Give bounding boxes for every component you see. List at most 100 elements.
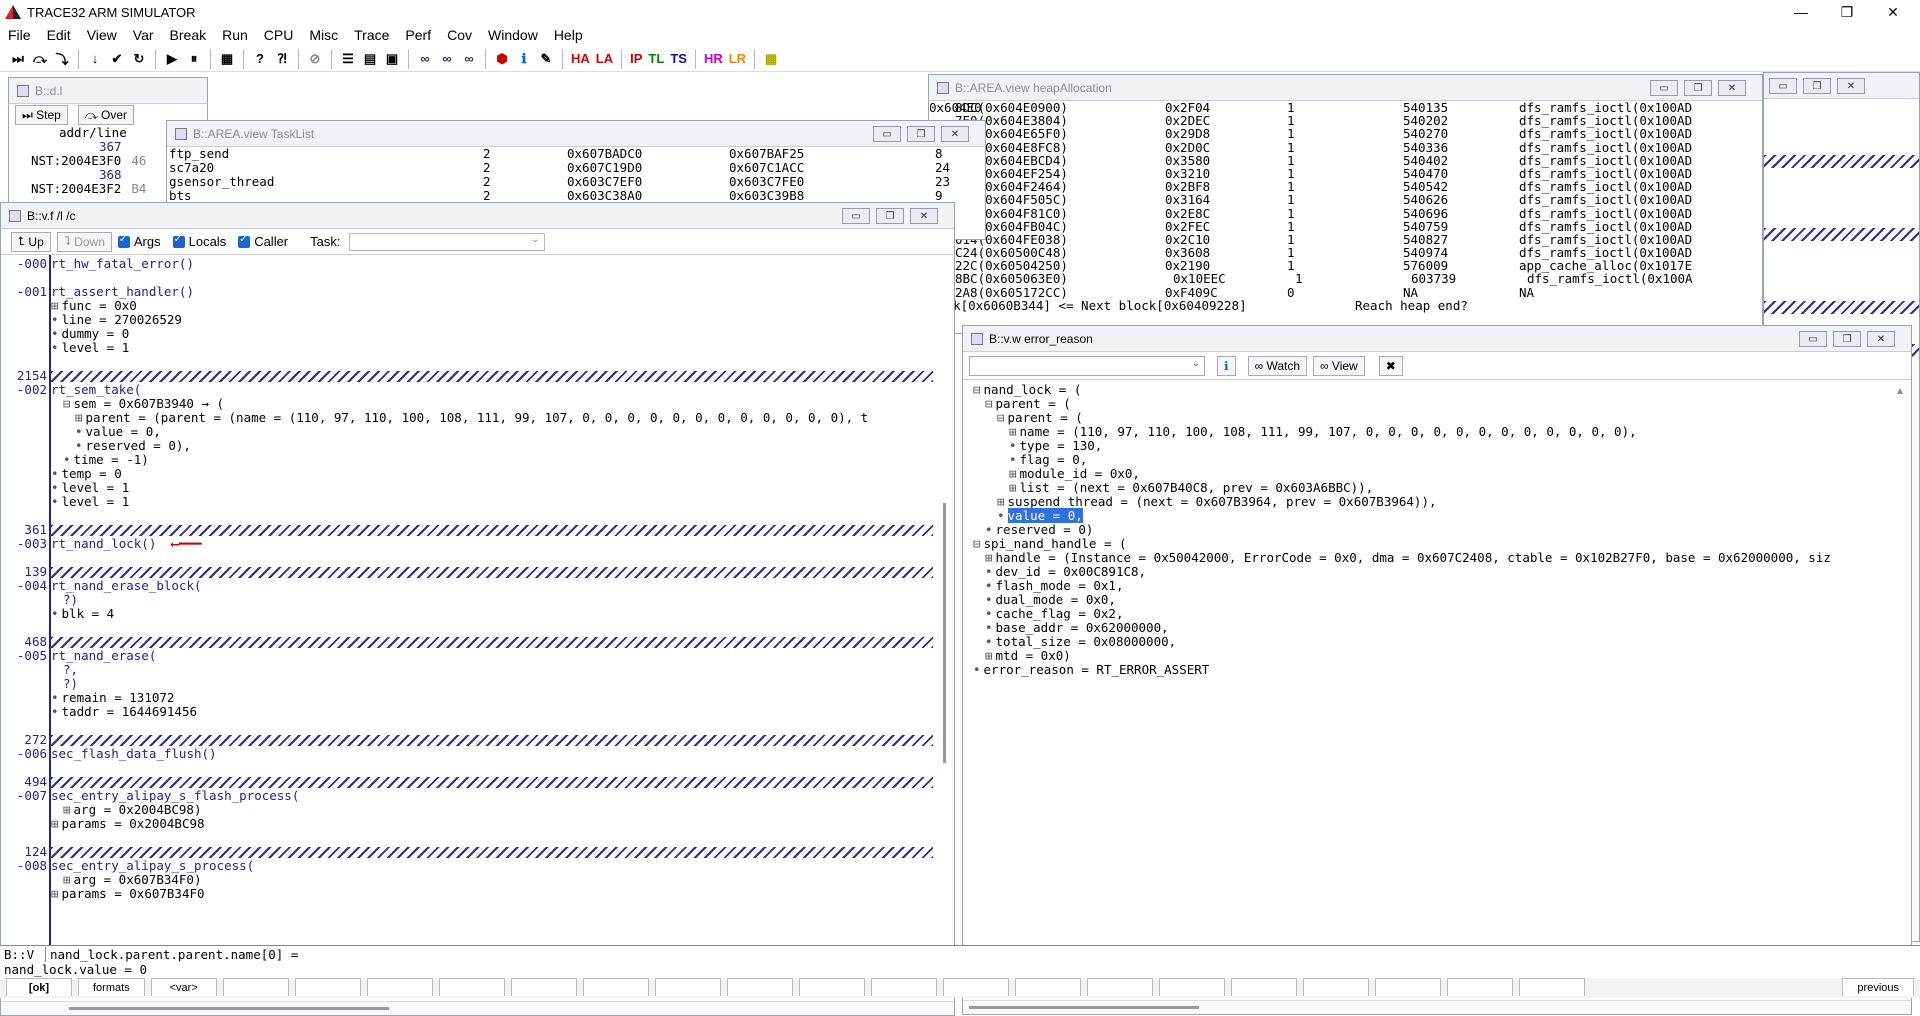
softkey-button[interactable] bbox=[726, 978, 793, 996]
softkey-button[interactable] bbox=[870, 978, 937, 996]
softkey-button[interactable] bbox=[582, 978, 649, 996]
close-icon[interactable]: ✕ bbox=[1718, 80, 1746, 96]
watch-value[interactable]: parent = ( bbox=[996, 396, 1071, 411]
frame-variable[interactable]: func = 0x0 bbox=[62, 298, 137, 313]
window-caption[interactable]: B::AREA.view heapAllocation ▭ ❐ ✕ bbox=[929, 75, 1762, 101]
tl-button[interactable]: TL bbox=[646, 49, 666, 69]
expand-icon[interactable]: ⊞ bbox=[1009, 424, 1017, 439]
expand-icon[interactable]: ⊞ bbox=[75, 410, 83, 425]
watch-line[interactable]: • error_reason = RT_ERROR_ASSERT bbox=[973, 663, 1911, 677]
context-help-icon[interactable]: ⁈ bbox=[272, 49, 292, 69]
register-icon[interactable]: ▣ bbox=[382, 49, 402, 69]
watch-line[interactable]: ⊞ mtd = 0x0) bbox=[973, 649, 1911, 663]
softkey-button[interactable] bbox=[366, 978, 433, 996]
heap-row[interactable]: 8BC(0x605063E0) 0x10EEC 1 603739 dfs_ramfs_i… bbox=[929, 272, 1759, 285]
heap-row[interactable]: 038(0x604F505C) 0x3164 1 540626 dfs_ramfs_io… bbox=[929, 193, 1759, 206]
frame-line[interactable]: -004 rt_nand_erase_block( bbox=[1, 579, 941, 593]
frame-variable[interactable]: reserved = 0), bbox=[86, 438, 191, 453]
minimize-icon[interactable]: ▭ bbox=[873, 126, 901, 142]
watch-value[interactable]: dual_mode = 0x0, bbox=[996, 592, 1116, 607]
locals-checkbox[interactable]: Locals bbox=[172, 234, 226, 249]
go-icon[interactable]: ▶ bbox=[162, 49, 182, 69]
frame-line[interactable]: • time = -1) bbox=[1, 453, 941, 467]
go-return-icon[interactable]: ✔ bbox=[107, 49, 127, 69]
expand-icon[interactable]: ⊞ bbox=[997, 494, 1005, 509]
watch-line[interactable]: • total_size = 0x08000000, bbox=[973, 635, 1911, 649]
stop-icon[interactable]: ⊘ bbox=[305, 49, 325, 69]
step-diverge-icon[interactable]: ⤵ bbox=[52, 49, 72, 69]
softkey-button[interactable] bbox=[222, 978, 289, 996]
la-button[interactable]: LA bbox=[594, 49, 615, 69]
menu-cov[interactable]: Cov bbox=[439, 27, 480, 43]
view-button[interactable]: ∞ View bbox=[1313, 355, 1365, 376]
horizontal-scrollbar[interactable] bbox=[1, 1001, 954, 1015]
watch-line[interactable]: ⊟ nand_lock = ( bbox=[973, 383, 1911, 397]
frame-line[interactable]: ?) bbox=[1, 593, 941, 607]
frame-variable[interactable]: params = 0x607B34F0 bbox=[62, 886, 205, 901]
hr-button[interactable]: HR bbox=[702, 49, 725, 69]
heap-row[interactable]: 2A8(0x605172CC) 0xF409C 0 NA NA bbox=[929, 285, 1759, 298]
ip-button[interactable]: IP bbox=[628, 49, 644, 69]
args-checkbox[interactable]: Args bbox=[117, 234, 161, 249]
frame-variable[interactable]: time = -1) bbox=[74, 452, 149, 467]
up-button[interactable]: ⮤ Up bbox=[11, 231, 51, 252]
frame-line[interactable]: ?, bbox=[1, 663, 941, 677]
collapse-icon[interactable]: ⊟ bbox=[973, 382, 981, 397]
softkey-button[interactable] bbox=[1230, 978, 1297, 996]
frame-line[interactable]: -005 rt_nand_erase( bbox=[1, 649, 941, 663]
softkey-button[interactable] bbox=[1158, 978, 1225, 996]
softkey-button[interactable] bbox=[1302, 978, 1369, 996]
close-icon[interactable]: ✕ bbox=[910, 208, 938, 224]
frame-variable[interactable]: arg = 0x2004BC98) bbox=[74, 802, 202, 817]
frame-line[interactable]: • value = 0, bbox=[1, 425, 941, 439]
go-up-icon[interactable]: ↻ bbox=[129, 49, 149, 69]
frame-line[interactable]: ⊞ arg = 0x2004BC98) bbox=[1, 803, 941, 817]
minimize-icon[interactable]: ▭ bbox=[842, 208, 870, 224]
step-icon[interactable]: ⏭ bbox=[8, 49, 28, 69]
frame-variable[interactable]: arg = 0x607B34F0) bbox=[74, 872, 202, 887]
function-name[interactable]: rt_assert_handler() bbox=[51, 284, 194, 299]
softkey-button[interactable] bbox=[1374, 978, 1441, 996]
watch-line[interactable]: ⊞ list = (next = 0x607B40C8, prev = 0x603… bbox=[973, 481, 1911, 495]
softkey-button[interactable] bbox=[294, 978, 361, 996]
close-icon[interactable]: ✕ bbox=[1867, 331, 1895, 347]
expand-icon[interactable]: ⊞ bbox=[985, 550, 993, 565]
watch-line[interactable]: ⊞ name = (110, 97, 110, 100, 108, 111, 99… bbox=[973, 425, 1911, 439]
frame-line[interactable]: -007 sec_entry_alipay_s_flash_process( bbox=[1, 789, 941, 803]
watch-line[interactable]: • cache_flag = 0x2, bbox=[973, 607, 1911, 621]
lr-button[interactable]: LR bbox=[727, 49, 748, 69]
task-row[interactable]: sc7a20 2 0x607C19D0 0x607C1ACC 24 bbox=[167, 161, 985, 175]
softkey-button[interactable] bbox=[1086, 978, 1153, 996]
heap-row[interactable]: 6CC(0x604E65F0) 0x29D8 1 540270 dfs_ramfs_io… bbox=[929, 127, 1759, 140]
watch-line[interactable]: ⊞ suspend_thread = (next = 0x607B3964, pr… bbox=[973, 495, 1911, 509]
frame-variable[interactable]: blk = 4 bbox=[62, 606, 115, 621]
frame-line[interactable]: -008 sec_entry_alipay_s_process( bbox=[1, 859, 941, 873]
watch-value[interactable]: total_size = 0x08000000, bbox=[996, 634, 1177, 649]
watch-value[interactable]: name = (110, 97, 110, 100, 108, 111, 99,… bbox=[1020, 424, 1637, 439]
watch-expression-select[interactable]: ⌄ bbox=[969, 355, 1205, 376]
ha-button[interactable]: HA bbox=[569, 49, 592, 69]
frame-line[interactable]: -001 rt_assert_handler() bbox=[1, 285, 941, 299]
scroll-up-icon[interactable]: ▲ bbox=[1895, 386, 1905, 397]
frame-variable[interactable]: value = 0, bbox=[86, 424, 161, 439]
watch-line[interactable]: ⊟ parent = ( bbox=[973, 397, 1911, 411]
frame-line[interactable]: ⊟ sem = 0x607B3940 → ( bbox=[1, 397, 941, 411]
frame-line[interactable]: • dummy = 0 bbox=[1, 327, 941, 341]
watch-line[interactable]: • flash_mode = 0x1, bbox=[973, 579, 1911, 593]
watch-line[interactable]: • dev_id = 0x00C891C8, bbox=[973, 565, 1911, 579]
step-over-icon[interactable]: ⤼ bbox=[30, 49, 50, 69]
grid-icon[interactable]: ▦ bbox=[217, 49, 237, 69]
function-name[interactable]: sec_entry_alipay_s_process( bbox=[51, 858, 254, 873]
menu-break[interactable]: Break bbox=[162, 27, 215, 43]
watch-line[interactable]: • dual_mode = 0x0, bbox=[973, 593, 1911, 607]
frame-line[interactable]: ⊞ parent = (parent = (name = (110, 97, 11… bbox=[1, 411, 941, 425]
frame-line[interactable]: • remain = 131072 bbox=[1, 691, 941, 705]
heap-row[interactable]: CB0(0x604EBCD4) 0x3580 1 540402 dfs_ramfs_io… bbox=[929, 154, 1759, 167]
expand-icon[interactable]: ⊞ bbox=[51, 816, 59, 831]
watch-value[interactable]: list = (next = 0x607B40C8, prev = 0x603A… bbox=[1020, 480, 1374, 495]
horizontal-scrollbar[interactable] bbox=[963, 1000, 1911, 1014]
break-icon[interactable]: ⏸ bbox=[184, 49, 204, 69]
frame-line[interactable]: -006 sec_flash_data_flush() bbox=[1, 747, 941, 761]
frame-line[interactable]: -002 rt_sem_take( bbox=[1, 383, 941, 397]
heap-row[interactable]: 19C(0x604F81C0) 0x2E8C 1 540696 dfs_ramfs_io… bbox=[929, 206, 1759, 219]
